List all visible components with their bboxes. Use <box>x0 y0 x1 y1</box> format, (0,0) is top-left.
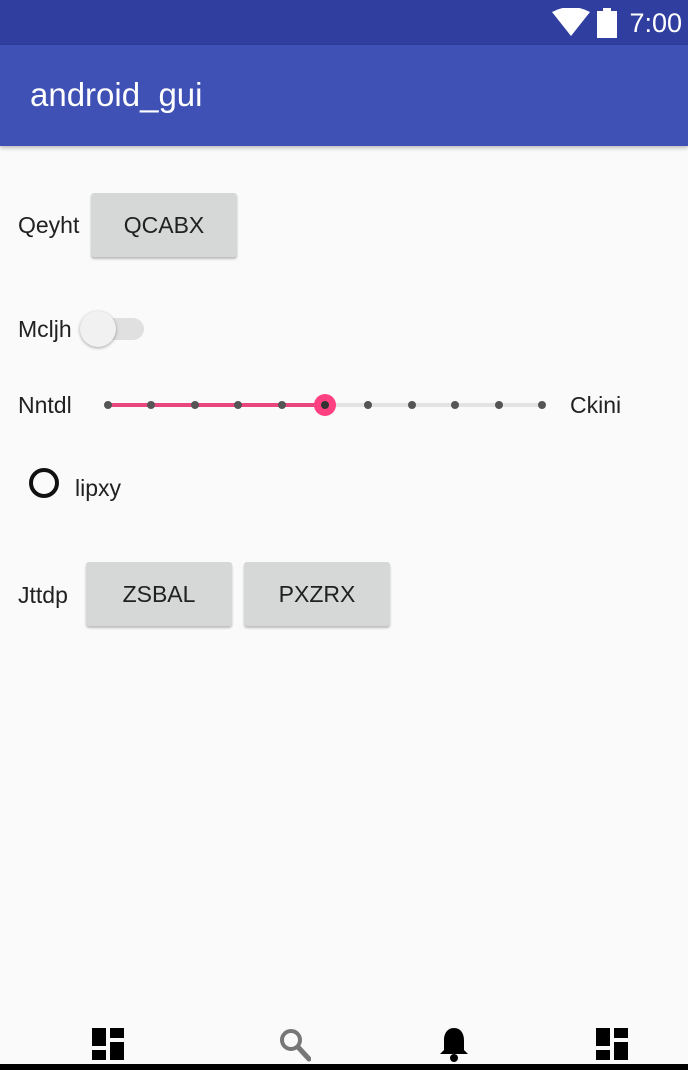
bottom-system-bar <box>0 1064 688 1070</box>
seek-tick <box>451 401 460 409</box>
app-bar: android_gui <box>0 45 688 146</box>
seek-tick <box>407 401 416 409</box>
bottom-navigation <box>0 1010 688 1070</box>
seek-tick <box>538 401 546 409</box>
seek-progress <box>108 403 325 407</box>
seek-tick <box>190 401 199 409</box>
seek-tick <box>147 401 156 409</box>
label-qeyht: Qeyht <box>18 212 80 238</box>
status-time: 7:00 <box>629 8 682 38</box>
notifications-icon[interactable] <box>438 1026 470 1062</box>
status-bar: 7:00 <box>0 0 688 45</box>
label-mcljh: Mcljh <box>18 316 72 342</box>
radio-button[interactable] <box>29 468 59 498</box>
wifi-icon <box>552 8 590 36</box>
dashboard-icon[interactable] <box>92 1028 124 1060</box>
radio-label[interactable]: lipxy <box>75 473 121 503</box>
seek-tick <box>494 401 503 409</box>
dashboard-icon[interactable] <box>596 1028 628 1060</box>
seek-thumb[interactable] <box>314 394 336 416</box>
zsbal-button[interactable]: ZSBAL <box>86 562 232 626</box>
seek-tick <box>277 401 286 409</box>
app-title: android_gui <box>30 76 203 113</box>
switch-thumb[interactable] <box>80 311 116 347</box>
pxzrx-button[interactable]: PXZRX <box>244 562 390 626</box>
seek-tick <box>234 401 243 409</box>
qcabx-button[interactable]: QCABX <box>91 193 237 257</box>
seek-tick <box>104 401 112 409</box>
label-jttdp: Jttdp <box>18 582 68 608</box>
label-nntdl: Nntdl <box>18 392 72 418</box>
battery-icon <box>597 8 617 38</box>
seek-thumb-dot <box>321 401 329 409</box>
search-icon[interactable] <box>279 1028 311 1062</box>
seek-tick <box>364 401 373 409</box>
label-ckini: Ckini <box>570 392 622 418</box>
